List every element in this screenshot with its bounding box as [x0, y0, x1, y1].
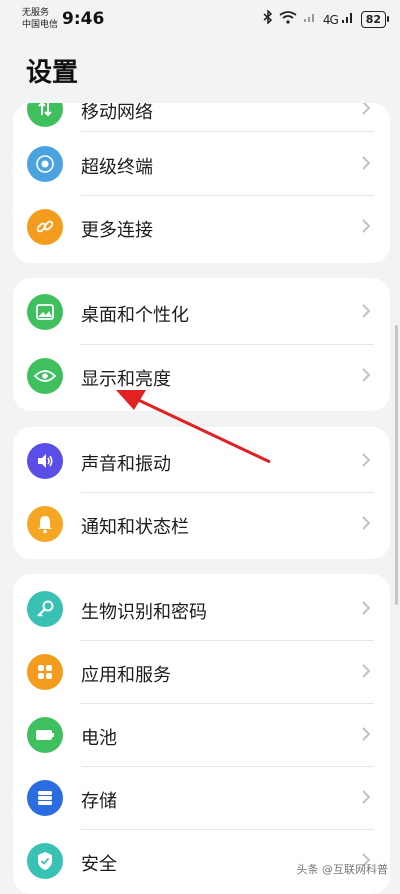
settings-item-label: 桌面和个性化: [81, 305, 189, 326]
settings-item-display-brightness[interactable]: 显示和亮度: [13, 345, 390, 407]
battery-indicator: 82: [360, 10, 390, 28]
settings-item-label: 存储: [81, 791, 117, 812]
wifi-icon: [279, 10, 297, 28]
chevron-right-icon: [362, 156, 371, 170]
clock: 9:46: [62, 9, 105, 29]
settings-item-label: 应用和服务: [81, 665, 171, 686]
chevron-right-icon: [362, 664, 371, 678]
watermark: 头条 @互联网科普: [296, 863, 389, 876]
settings-item-label: 声音和振动: [81, 454, 171, 475]
settings-group-connectivity: 移动网络 超级终端 更多连接: [13, 103, 390, 263]
bell-icon: [27, 506, 63, 542]
storage-icon: [27, 780, 63, 816]
battery-icon: [27, 717, 63, 753]
settings-item-label: 更多连接: [81, 220, 153, 241]
super-device-icon: [27, 146, 63, 182]
settings-item-super-device[interactable]: 超级终端: [13, 133, 390, 195]
page-title: 设置: [26, 58, 79, 88]
settings-item-biometrics-password[interactable]: 生物识别和密码: [13, 578, 390, 640]
key-icon: [27, 591, 63, 627]
settings-item-apps-services[interactable]: 应用和服务: [13, 641, 390, 703]
carrier-line-2: 中国电信: [22, 20, 59, 30]
chevron-right-icon: [362, 368, 371, 382]
settings-item-label: 安全: [81, 854, 117, 875]
carrier-line-1: 无服务: [22, 8, 50, 18]
link-icon: [27, 209, 63, 245]
settings-group-sound-notification: 声音和振动 通知和状态栏: [13, 427, 390, 559]
settings-item-label: 生物识别和密码: [81, 602, 207, 623]
speaker-icon: [27, 443, 63, 479]
chevron-right-icon: [362, 219, 371, 233]
settings-item-sound-vibration[interactable]: 声音和振动: [13, 430, 390, 492]
carrier-info: 无服务 中国电信: [22, 7, 58, 31]
settings-item-label: 通知和状态栏: [81, 517, 189, 538]
settings-item-label: 移动网络: [81, 103, 153, 123]
chevron-right-icon: [362, 727, 371, 741]
chevron-right-icon: [362, 453, 371, 467]
settings-item-label: 电池: [81, 728, 117, 749]
cellular-signal-icon: 4G: [323, 12, 355, 27]
chevron-right-icon: [362, 601, 371, 615]
shield-icon: [27, 843, 63, 879]
status-icons: 4G 82: [263, 9, 390, 28]
settings-group-system: 生物识别和密码 应用和服务 电池 存储 安全: [13, 574, 390, 894]
scrollbar[interactable]: [395, 325, 398, 605]
bluetooth-icon: [263, 9, 273, 28]
settings-item-battery[interactable]: 电池: [13, 704, 390, 766]
divider: [81, 131, 374, 132]
chevron-right-icon: [362, 516, 371, 530]
network-type-label: 4G: [322, 12, 339, 27]
settings-group-display: 桌面和个性化 显示和亮度: [13, 278, 390, 411]
chevron-right-icon: [362, 304, 371, 318]
eye-icon: [27, 358, 63, 394]
settings-item-storage[interactable]: 存储: [13, 767, 390, 829]
settings-item-notifications-status-bar[interactable]: 通知和状态栏: [13, 493, 390, 555]
status-bar: 无服务 中国电信 9:46 4G 82: [0, 0, 400, 40]
no-signal-icon: [303, 11, 317, 27]
mobile-network-icon: [27, 103, 63, 127]
settings-item-label: 显示和亮度: [81, 369, 171, 390]
wallpaper-icon: [27, 294, 63, 330]
apps-icon: [27, 654, 63, 690]
settings-item-desktop-personalization[interactable]: 桌面和个性化: [13, 281, 390, 343]
chevron-right-icon: [362, 103, 371, 115]
settings-item-label: 超级终端: [81, 157, 153, 178]
chevron-right-icon: [362, 790, 371, 804]
settings-item-more-connections[interactable]: 更多连接: [13, 196, 390, 258]
